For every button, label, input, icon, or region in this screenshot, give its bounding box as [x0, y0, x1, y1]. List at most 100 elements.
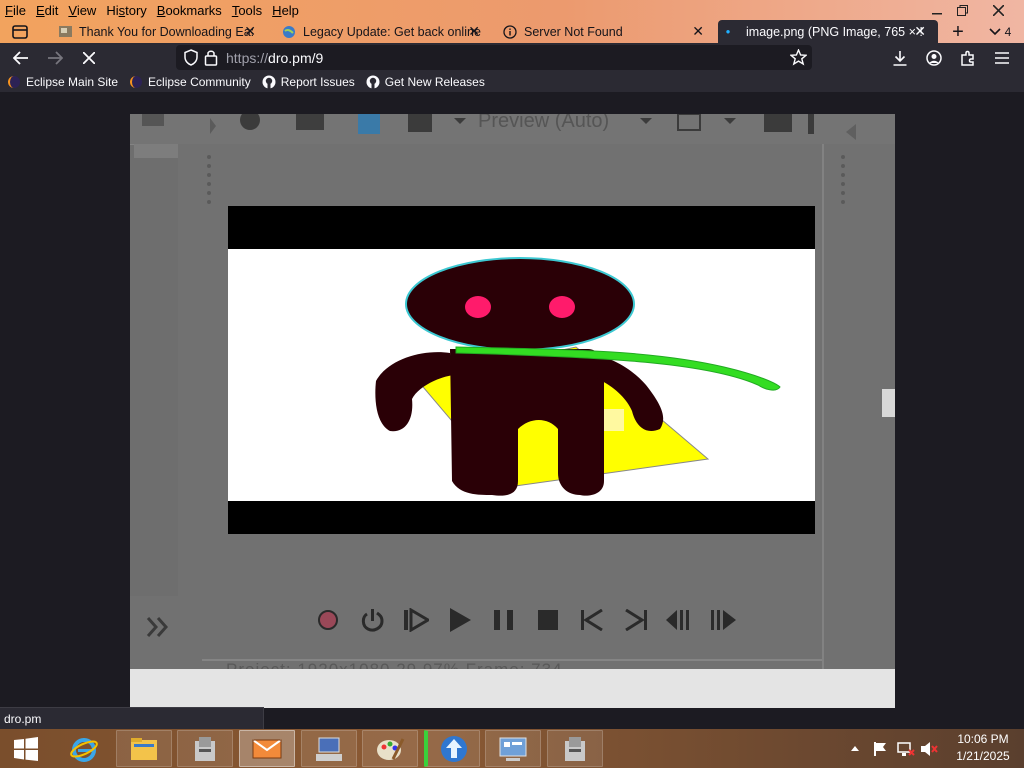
- menu-bookmarks[interactable]: Bookmarks: [152, 3, 227, 18]
- play-button[interactable]: [438, 606, 482, 634]
- taskbar-paint[interactable]: [362, 730, 418, 767]
- app-menu-button[interactable]: [990, 46, 1014, 70]
- tab-count: 4: [1004, 25, 1012, 39]
- tab-image-png[interactable]: ● image.png (PNG Image, 765 × ! ✕: [718, 20, 938, 43]
- bookmark-star-icon[interactable]: [790, 49, 807, 66]
- play-from-start-icon: [404, 608, 429, 632]
- downloads-button[interactable]: [888, 46, 912, 70]
- taskbar-installer-app-2[interactable]: [547, 730, 603, 767]
- network-icon: [897, 741, 915, 756]
- restore-button[interactable]: [946, 0, 978, 20]
- stop-button[interactable]: [526, 606, 570, 634]
- account-button[interactable]: [922, 46, 946, 70]
- tab-easy-download[interactable]: Thank You for Downloading Ea: ✕: [52, 20, 260, 43]
- bookmark-report-issues[interactable]: Report Issues: [262, 75, 355, 89]
- network-button[interactable]: [897, 729, 917, 768]
- hamburger-icon: [995, 52, 1009, 64]
- chevron-up-icon: [851, 746, 859, 751]
- tab-close-icon[interactable]: ✕: [468, 23, 480, 40]
- step-forward-button[interactable]: [702, 606, 746, 634]
- taskbar-firefox[interactable]: [239, 730, 295, 767]
- step-back-button[interactable]: [658, 606, 702, 634]
- info-icon: [502, 24, 518, 40]
- taskbar-internet-explorer[interactable]: [56, 730, 112, 767]
- new-tab-button[interactable]: +: [946, 20, 970, 44]
- shield-icon[interactable]: [183, 49, 199, 66]
- video-frame: [228, 249, 815, 501]
- png-image[interactable]: Preview (Auto): [130, 114, 895, 708]
- list-all-tabs-button[interactable]: 4: [984, 20, 1016, 44]
- menu-view[interactable]: View: [63, 3, 101, 18]
- show-hidden-icons-button[interactable]: [850, 729, 864, 768]
- close-window-button[interactable]: [983, 0, 1013, 20]
- tab-bar: Thank You for Downloading Ea: ✕ Legacy U…: [0, 20, 1024, 43]
- eclipse-icon: [129, 75, 143, 89]
- account-icon: [926, 50, 942, 66]
- close-icon: [992, 4, 1004, 16]
- next-frame-button[interactable]: [614, 606, 658, 634]
- bookmark-label: Eclipse Main Site: [26, 75, 119, 89]
- link-status-panel: dro.pm: [0, 707, 264, 729]
- taskbar-remote-desktop[interactable]: [485, 730, 541, 767]
- image-left-panel-tab: [134, 144, 178, 158]
- bookmark-get-new-releases[interactable]: Get New Releases: [366, 75, 485, 89]
- folder-icon: [131, 737, 157, 760]
- pause-button[interactable]: [482, 606, 526, 634]
- taskbar-computer-app[interactable]: [301, 730, 357, 767]
- forward-button[interactable]: [43, 46, 67, 70]
- bookmarks-toolbar: Eclipse Main Site Eclipse Community Repo…: [0, 72, 1024, 92]
- action-center-flag-button[interactable]: [872, 729, 892, 768]
- minimize-icon: [932, 13, 942, 15]
- bookmark-label: Eclipse Community: [148, 75, 251, 89]
- video-preview: [228, 206, 815, 534]
- menu-bar: File Edit View History Bookmarks Tools H…: [0, 0, 1024, 20]
- stop-loading-button[interactable]: [77, 46, 101, 70]
- menu-tools[interactable]: Tools: [227, 3, 267, 18]
- github-icon: [262, 75, 276, 89]
- tab-label: image.png (PNG Image, 765 × !: [746, 24, 923, 39]
- tab-close-icon[interactable]: ✕: [692, 23, 704, 40]
- menu-help[interactable]: Help: [267, 3, 304, 18]
- menu-edit[interactable]: Edit: [31, 3, 63, 18]
- url-bar[interactable]: https://dro.pm/9: [176, 45, 812, 70]
- tab-close-icon[interactable]: ✕: [914, 23, 926, 40]
- chevron-double-right-icon: [146, 617, 169, 637]
- start-button[interactable]: [0, 730, 52, 767]
- pause-icon: [494, 610, 513, 630]
- tab-legacy-update[interactable]: Legacy Update: Get back online ✕: [276, 20, 484, 43]
- taskbar-installer-app[interactable]: [177, 730, 233, 767]
- navigation-toolbar: https://dro.pm/9: [0, 43, 1024, 72]
- internet-explorer-icon: [70, 737, 98, 762]
- step-forward-icon: [711, 610, 736, 630]
- loop-button[interactable]: [350, 606, 394, 634]
- clock-date: 1/21/2025: [956, 749, 1010, 763]
- tab-server-not-found[interactable]: Server Not Found ✕: [498, 20, 708, 43]
- panel-divider: [822, 144, 824, 669]
- menu-history[interactable]: History: [101, 3, 151, 18]
- record-button[interactable]: [306, 606, 350, 634]
- bookmark-label: Get New Releases: [384, 75, 485, 89]
- github-icon: [366, 75, 380, 89]
- bookmark-eclipse-main[interactable]: Eclipse Main Site: [7, 75, 118, 89]
- volume-button[interactable]: [920, 729, 940, 768]
- puzzle-icon: [961, 50, 974, 66]
- menu-file[interactable]: File: [0, 3, 31, 18]
- taskbar-file-explorer[interactable]: [116, 730, 172, 767]
- stop-icon: [83, 52, 95, 64]
- previous-frame-button[interactable]: [570, 606, 614, 634]
- extensions-button[interactable]: [956, 46, 980, 70]
- tab-close-icon[interactable]: ✕: [244, 23, 256, 40]
- lock-icon[interactable]: [204, 49, 218, 66]
- step-back-icon: [666, 610, 689, 630]
- tab-label: Thank You for Downloading Ea:: [79, 24, 255, 39]
- chevron-down-icon: [989, 28, 1001, 36]
- back-button[interactable]: [9, 46, 33, 70]
- firefox-view-button[interactable]: [8, 20, 32, 44]
- flag-icon: [874, 741, 886, 756]
- play-from-start-button[interactable]: [394, 606, 438, 634]
- bookmark-eclipse-community[interactable]: Eclipse Community: [129, 75, 251, 89]
- windows-logo-icon: [14, 736, 38, 761]
- taskbar-update-app[interactable]: [424, 730, 480, 767]
- restore-icon: [956, 4, 968, 16]
- system-clock[interactable]: 10:06 PM 1/21/2025: [948, 731, 1018, 765]
